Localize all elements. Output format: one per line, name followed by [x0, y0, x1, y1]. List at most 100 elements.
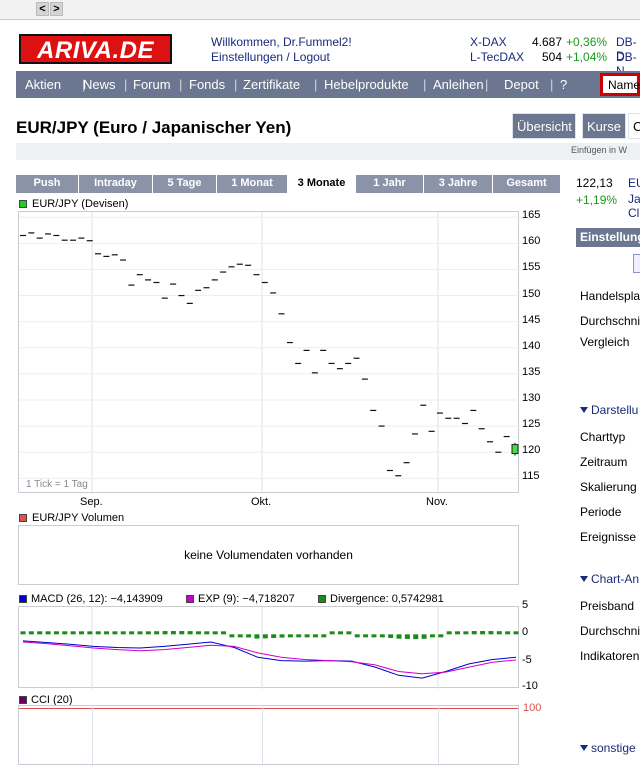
- divergence-bar: [304, 634, 310, 638]
- divergence-bar: [237, 634, 243, 638]
- cci-level-line: [19, 708, 518, 709]
- quote-side-text: EU: [628, 176, 640, 190]
- tab-gesamt[interactable]: Gesamt: [493, 175, 561, 193]
- divergence-bar: [37, 631, 43, 635]
- index-name[interactable]: L-TecDAX: [470, 50, 524, 64]
- section-darstellung[interactable]: Darstellu: [580, 403, 638, 417]
- divergence-bar: [254, 634, 260, 639]
- macd-legend-icon: [19, 595, 27, 603]
- divergence-bar: [354, 634, 360, 638]
- chart-button[interactable]: C: [628, 113, 640, 139]
- price-change: +1,19%: [576, 193, 618, 207]
- tab-1-monat[interactable]: 1 Monat: [217, 175, 288, 193]
- divergence-bar: [413, 634, 419, 640]
- menu-item-fonds[interactable]: Fonds: [189, 77, 225, 92]
- logout-link[interactable]: Logout: [293, 50, 330, 64]
- tab-3-jahre[interactable]: 3 Jahre: [424, 175, 493, 193]
- divergence-bar: [162, 631, 168, 635]
- price-legend-icon: [19, 200, 27, 208]
- menu-separator: |: [485, 77, 489, 92]
- divergence-bar: [170, 631, 176, 635]
- menu-item-anleihen[interactable]: Anleihen: [433, 77, 484, 92]
- menu-item-help[interactable]: ?: [560, 77, 567, 92]
- macd-chart-plot[interactable]: [18, 606, 519, 689]
- tab-1-jahr[interactable]: 1 Jahr: [356, 175, 424, 193]
- browser-toolbar: < >: [0, 0, 640, 20]
- sidebar-row: Durchschni: [580, 624, 640, 638]
- section-sonstige[interactable]: sonstige: [580, 741, 636, 755]
- tab-5-tage[interactable]: 5 Tage: [153, 175, 217, 193]
- menu-item-aktien[interactable]: Aktien: [25, 77, 61, 92]
- link-separator: /: [286, 50, 290, 64]
- menu-separator: |: [234, 77, 238, 92]
- divergence-bar: [145, 631, 151, 635]
- cci-grid: [92, 706, 93, 766]
- menu-item-depot[interactable]: Depot: [504, 77, 539, 92]
- cci-grid: [438, 706, 439, 766]
- tick-note: 1 Tick = 1 Tag: [26, 479, 88, 490]
- price-chart-plot[interactable]: 1 Tick = 1 Tag: [18, 211, 520, 494]
- macd-y-tick-label: 0: [522, 626, 529, 639]
- menu-item-forum[interactable]: Forum: [133, 77, 171, 92]
- tab-3-monate[interactable]: 3 Monate: [288, 175, 356, 193]
- y-tick-label: 120: [522, 444, 541, 457]
- macd-legend: MACD (26, 12): −4,143909: [31, 593, 163, 605]
- x-label-sep: Sep.: [80, 496, 103, 508]
- sidebar-row: Durchschni: [580, 314, 640, 328]
- divergence-bar: [513, 631, 519, 635]
- divergence-legend-icon: [318, 595, 326, 603]
- menu-item-hebelprodukte[interactable]: Hebelprodukte: [324, 77, 409, 92]
- page-title: EUR/JPY (Euro / Japanischer Yen): [16, 118, 292, 137]
- divergence-bar: [70, 631, 76, 635]
- sidebar-row: Ereignisse: [580, 530, 637, 544]
- divergence-bar: [404, 634, 410, 639]
- index-change: +1,04%: [566, 50, 608, 64]
- last-price: 122,13: [576, 176, 613, 190]
- search-input[interactable]: Name: [600, 73, 640, 96]
- menu-separator: |: [179, 77, 183, 92]
- cci-legend-icon: [19, 696, 27, 704]
- divergence-legend: Divergence: 0,5742981: [330, 593, 444, 605]
- x-label-nov: Nov.: [426, 496, 448, 508]
- back-button[interactable]: <: [36, 2, 49, 16]
- divergence-bar: [287, 634, 293, 638]
- section-chart-analyse[interactable]: Chart-An: [580, 572, 639, 586]
- divergence-bar: [62, 631, 68, 635]
- quotes-button[interactable]: Kurse: [582, 113, 626, 139]
- divergence-bar: [20, 631, 26, 635]
- ariva-logo[interactable]: ARIVA.DE: [19, 34, 172, 64]
- y-tick-label: 125: [522, 418, 541, 431]
- divergence-bar: [120, 631, 126, 635]
- welcome-text: Willkommen, Dr.Fummel2!: [211, 35, 352, 49]
- settings-dropdown[interactable]: [633, 254, 640, 273]
- menu-item-news[interactable]: News: [83, 77, 116, 92]
- index-value: 504: [541, 50, 562, 64]
- divergence-bar: [363, 634, 369, 638]
- divergence-bar: [329, 631, 335, 635]
- macd-y-tick-label: 5: [522, 599, 529, 611]
- y-tick-label: 160: [522, 235, 541, 248]
- settings-panel-header[interactable]: Einstellung: [576, 228, 640, 247]
- index-name[interactable]: X-DAX: [470, 35, 507, 49]
- tab-push[interactable]: Push: [16, 175, 79, 193]
- divergence-bar: [204, 631, 210, 635]
- divergence-bar: [129, 631, 135, 635]
- divergence-bar: [112, 631, 118, 635]
- divergence-bar: [429, 634, 435, 638]
- tab-intraday[interactable]: Intraday: [79, 175, 153, 193]
- overview-button[interactable]: Übersicht: [512, 113, 576, 139]
- divergence-bar: [28, 631, 34, 635]
- forward-button[interactable]: >: [50, 2, 63, 16]
- sidebar-row: Charttyp: [580, 430, 626, 444]
- divergence-bar: [45, 631, 51, 635]
- menu-separator: |: [314, 77, 318, 92]
- settings-link[interactable]: Einstellungen: [211, 50, 283, 64]
- menu-separator: |: [423, 77, 427, 92]
- price-chart-svg: [19, 212, 520, 494]
- menu-item-zertifikate[interactable]: Zertifikate: [243, 77, 300, 92]
- cci-chart-plot[interactable]: [18, 705, 519, 766]
- insert-link[interactable]: Einfügen in W: [571, 145, 627, 155]
- divergence-bar: [187, 631, 193, 635]
- sidebar-row: Preisband: [580, 599, 635, 613]
- x-label-okt: Okt.: [251, 496, 272, 508]
